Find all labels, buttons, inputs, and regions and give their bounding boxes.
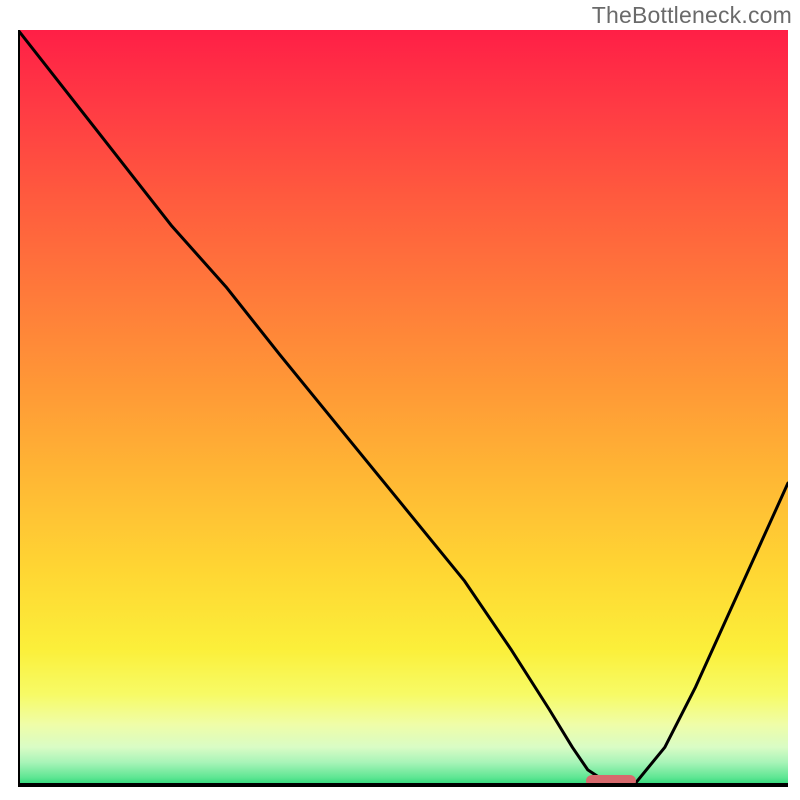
chart-container: TheBottleneck.com	[0, 0, 800, 800]
plot-area	[18, 30, 788, 790]
watermark-text: TheBottleneck.com	[592, 2, 792, 29]
bottleneck-curve	[18, 30, 788, 790]
optimal-marker	[586, 775, 636, 787]
